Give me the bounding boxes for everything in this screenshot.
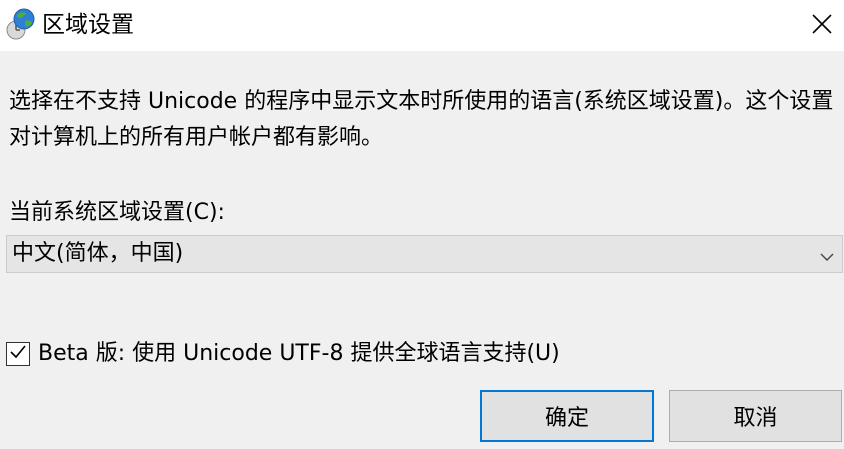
region-settings-dialog: 区域设置 选择在不支持 Unicode 的程序中显示文本时所使用的语言(系统区域… — [0, 0, 844, 449]
beta-utf8-option[interactable]: Beta 版: 使用 Unicode UTF-8 提供全球语言支持(U) — [6, 338, 560, 370]
beta-utf8-checkbox[interactable] — [6, 342, 30, 366]
close-icon — [812, 13, 832, 38]
window-title: 区域设置 — [42, 12, 134, 38]
locale-dropdown[interactable]: 中文(简体，中国) — [6, 235, 843, 273]
ok-button[interactable]: 确定 — [480, 390, 654, 442]
close-button[interactable] — [800, 0, 844, 51]
chevron-down-icon — [820, 248, 834, 261]
title-bar: 区域设置 — [0, 0, 844, 51]
checkmark-icon — [9, 343, 27, 365]
cancel-button[interactable]: 取消 — [669, 390, 842, 442]
description-text: 选择在不支持 Unicode 的程序中显示文本时所使用的语言(系统区域设置)。这… — [9, 89, 834, 150]
beta-utf8-label: Beta 版: 使用 Unicode UTF-8 提供全球语言支持(U) — [38, 341, 560, 366]
current-locale-label: 当前系统区域设置(C): — [9, 200, 225, 225]
locale-selected-value: 中文(简体，中国) — [12, 241, 184, 266]
globe-clock-icon — [4, 7, 38, 41]
